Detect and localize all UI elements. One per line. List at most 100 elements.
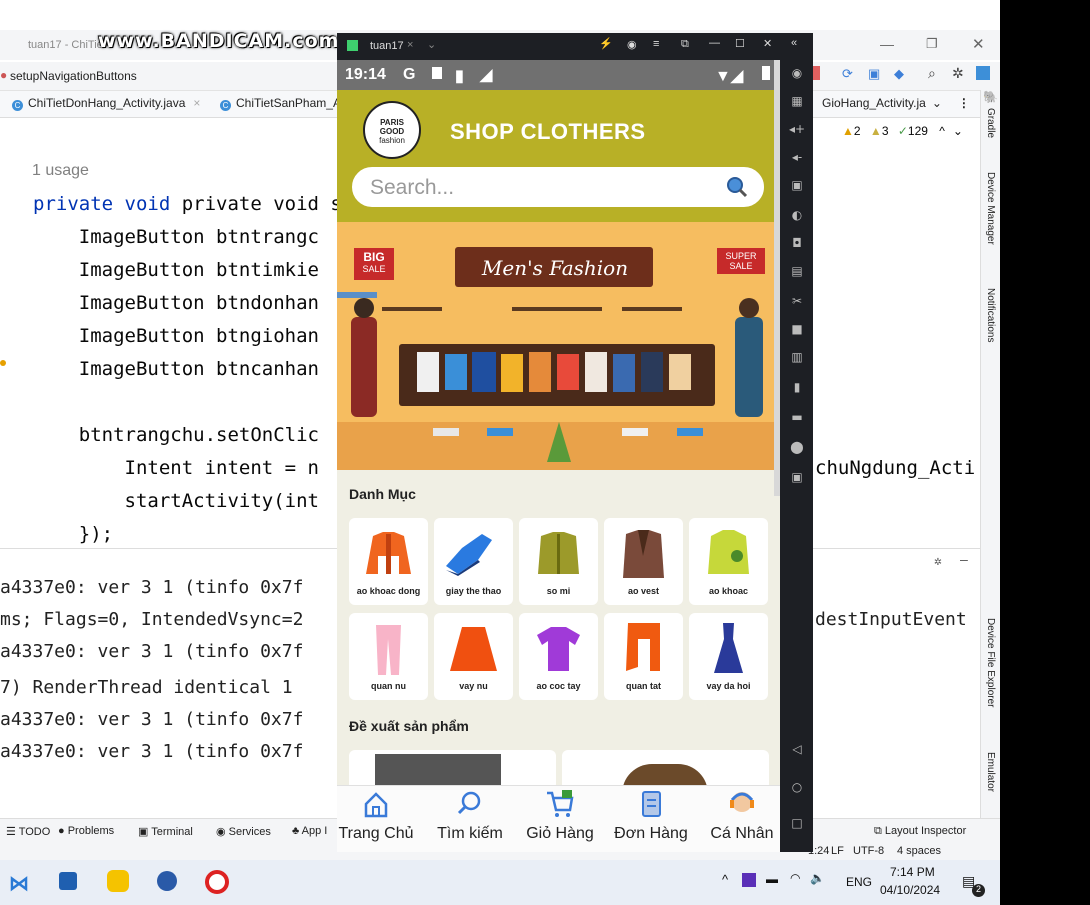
overview-icon[interactable]: □ [789,816,805,830]
category-item[interactable]: ao coc tay [519,613,598,700]
scissors-icon[interactable]: ✂ [789,294,805,308]
gradle-icon[interactable]: 🐘 [983,90,998,104]
tool-layout-inspector[interactable]: ⧉ Layout Inspector [874,825,966,838]
volume-icon[interactable]: 🔈 [810,871,825,885]
nav-home[interactable]: Trang Chủ [337,788,415,843]
app-icon[interactable] [157,871,177,891]
side-gradle[interactable]: Gradle [985,108,996,138]
input-language[interactable]: ENG [846,875,872,889]
emulator-tab-close-icon[interactable]: × [407,39,413,51]
prev-highlight-icon[interactable]: ^ [939,124,945,138]
category-item[interactable]: quan tat [604,613,683,700]
search-everywhere-icon[interactable]: ⌕ [928,65,936,82]
category-item[interactable]: ao khoac [689,518,768,605]
nav-search[interactable]: Tìm kiếm [431,788,509,843]
category-item[interactable]: quan nu [349,613,428,700]
home-button-icon[interactable]: ○ [789,780,805,794]
minimize-icon[interactable]: — [880,36,894,52]
phone-icon[interactable]: ▮ [789,380,805,394]
category-item[interactable]: so mi [519,518,598,605]
tab-chitietsanpham[interactable]: C ChiTietSanPham_A [220,96,341,111]
sdk-icon[interactable]: ◆ [894,66,904,82]
tray-chevron-icon[interactable]: ^ [722,872,728,887]
category-item[interactable]: ao vest [604,518,683,605]
record-icon[interactable] [205,870,229,894]
tray-app-icon[interactable] [742,873,756,887]
emulator-dropdown-icon[interactable]: ⌄ [427,38,436,51]
side-notifications[interactable]: Notifications [985,288,996,342]
rotate-icon[interactable]: ◐ [789,208,805,222]
tool-services[interactable]: ◉ Services [216,825,271,838]
volume-up-icon[interactable]: ◂+ [789,122,805,136]
category-item[interactable]: giay the thao [434,518,513,605]
bulb-icon[interactable] [0,360,6,366]
tool-todo[interactable]: ☰ TODO [6,825,50,838]
console-hide-icon[interactable]: — [960,553,968,568]
back-icon[interactable]: ◁ [789,742,805,756]
screenshot-icon[interactable]: ▣ [789,178,805,192]
power-icon[interactable]: ◉ [789,66,805,80]
tab-giohang[interactable]: GioHang_Activity.ja ⌄ ⋮ [822,96,970,110]
tab-chitietdonhang[interactable]: C ChiTietDonHang_Activity.java × [12,96,200,111]
search-input[interactable]: Search... [350,165,766,209]
side-device-manager[interactable]: Device Manager [985,172,996,245]
next-highlight-icon[interactable]: ⌄ [953,124,963,138]
indent-setting[interactable]: 4 spaces [897,845,941,857]
vscode-icon[interactable]: ⋈ [9,871,31,895]
keyboard-icon[interactable]: ▦ [789,94,805,108]
bandicam-app-icon[interactable] [107,870,129,892]
tool-terminal[interactable]: ▣ Terminal [138,825,193,838]
tab-close-icon[interactable]: × [193,96,200,110]
emulator-close-icon[interactable]: ✕ [763,37,772,50]
nav-profile[interactable]: Cá Nhân [703,788,780,843]
console-settings-icon[interactable]: ✲ [934,554,942,569]
emulator-menu-icon[interactable]: ≡ [653,38,659,50]
settings-icon[interactable]: ✲ [952,65,964,82]
emulator-minimize-icon[interactable]: — [709,37,720,49]
more-options-icon[interactable]: ▣ [789,470,805,484]
clock-date[interactable]: 04/10/2024 [880,883,940,897]
product-card[interactable] [349,750,556,790]
folder-icon[interactable]: ▬ [789,410,805,424]
device-icon[interactable]: ▣ [868,66,880,82]
search-icon[interactable] [726,176,748,198]
volume-down-icon[interactable]: ◂- [789,150,805,164]
extended-icon[interactable]: ▥ [789,350,805,364]
side-emulator[interactable]: Emulator [985,752,996,792]
promo-banner[interactable]: BIG SALE Men's Fashion SUPER SALE [337,222,780,470]
product-card[interactable] [562,750,769,790]
more-icon[interactable]: ⋮ [958,96,970,110]
file-encoding[interactable]: UTF-8 [853,845,884,857]
usage-hint[interactable]: 1 usage [32,162,89,180]
category-item[interactable]: vay da hoi [689,613,768,700]
breadcrumb[interactable]: setupNavigationButtons [10,69,137,83]
nav-orders[interactable]: Đơn Hàng [611,788,691,843]
scrollbar[interactable] [774,60,780,496]
emulator-collapse-icon[interactable]: « [791,37,797,49]
category-item[interactable]: ao khoac dong [349,518,428,605]
emulator-control-icon[interactable]: ◉ [627,38,637,51]
tool-app-inspection[interactable]: ♣ App I [292,825,327,837]
record-screen-icon[interactable]: ■ [789,322,805,336]
category-item[interactable]: vay nu [434,613,513,700]
battery-icon[interactable]: ▬ [766,872,778,886]
fold-icon[interactable]: ▤ [789,264,805,278]
side-device-file-explorer[interactable]: Device File Explorer [985,618,996,707]
emulator-window-icon[interactable]: ⧉ [681,38,689,51]
restore-icon[interactable]: ❐ [926,36,938,52]
emulator-maximize-icon[interactable]: ☐ [735,37,745,50]
tool-problems[interactable]: ● Problems [58,825,114,837]
sync-icon[interactable]: ⟳ [842,66,853,82]
wifi-icon[interactable]: ◠ [790,871,800,885]
clock-time[interactable]: 7:14 PM [890,865,935,879]
account-icon[interactable] [976,66,990,80]
inspection-widget[interactable]: ▲2 ▲3 ✓129 ^ ⌄ [842,124,963,138]
store-icon[interactable] [59,872,77,890]
camera-icon[interactable]: ◘ [789,236,805,250]
location-icon[interactable]: ⬤ [789,440,805,454]
tabs-dropdown-icon[interactable]: ⌄ [932,96,942,110]
bolt-icon[interactable]: ⚡ [599,37,613,50]
nav-cart[interactable]: Giỏ Hàng [521,788,599,843]
line-separator[interactable]: LF [831,845,844,857]
close-icon[interactable]: ✕ [972,35,985,53]
